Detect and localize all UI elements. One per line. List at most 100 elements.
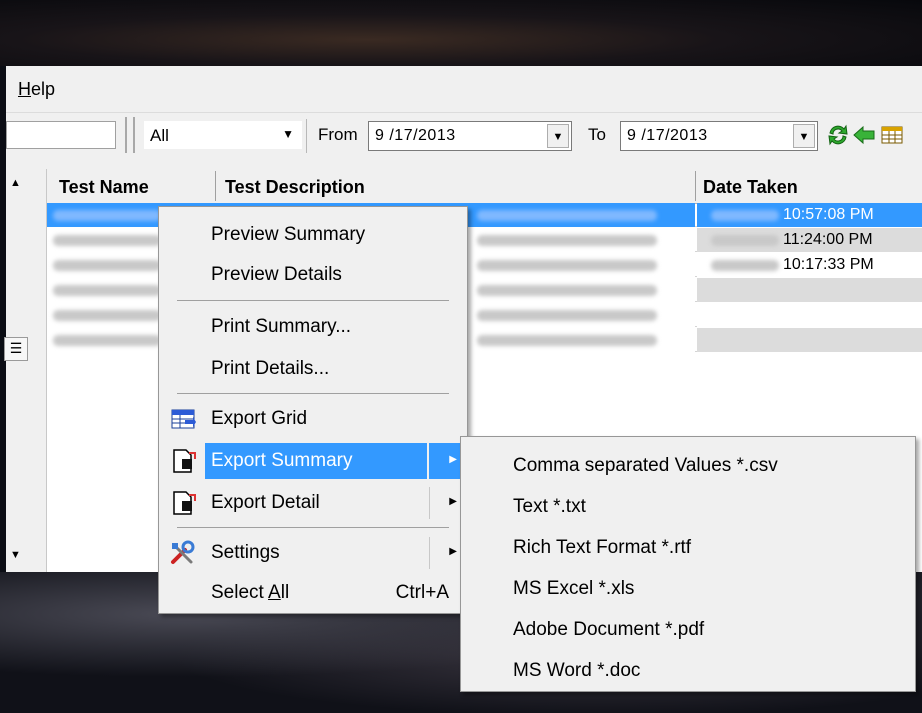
menu-item-divider <box>429 487 430 519</box>
menu-item-export-grid[interactable]: Export Grid <box>161 399 465 439</box>
redacted-text <box>53 310 161 321</box>
redacted-text <box>477 335 657 346</box>
export-submenu: Comma separated Values *.csv Text *.txt … <box>460 436 916 692</box>
menu-item-divider <box>429 537 430 569</box>
column-divider[interactable] <box>215 171 216 201</box>
submenu-item-rtf[interactable]: Rich Text Format *.rtf <box>513 537 691 559</box>
redacted-text <box>711 210 779 221</box>
submenu-item-doc[interactable]: MS Word *.doc <box>513 660 640 682</box>
menu-item-preview-details[interactable]: Preview Details <box>161 255 465 295</box>
toolbar-grip[interactable] <box>125 117 135 153</box>
refresh-icon[interactable] <box>826 123 850 147</box>
grid-header: Test Name Test Description Date Taken <box>47 169 922 204</box>
menu-item-print-summary[interactable]: Print Summary... <box>161 307 465 347</box>
filter-value: All <box>150 126 169 145</box>
scroll-up-icon[interactable]: ▲ <box>10 177 21 189</box>
scroll-down-icon[interactable]: ▼ <box>10 549 21 561</box>
menu-item-select-all[interactable]: Select All Ctrl+A <box>161 573 465 613</box>
chevron-down-icon[interactable]: ▼ <box>793 124 815 148</box>
submenu-item-xls[interactable]: MS Excel *.xls <box>513 578 634 600</box>
redacted-text <box>477 310 657 321</box>
redacted-text <box>53 235 161 246</box>
menu-separator <box>177 393 449 394</box>
navigation-strip: ▲ ☰ ▼ <box>4 169 38 569</box>
redacted-text <box>711 260 779 271</box>
redacted-text <box>477 235 657 246</box>
tools-icon <box>171 540 195 564</box>
table-cell-date: 11:24:00 PM <box>697 228 922 252</box>
menu-item-label: Select All <box>211 582 289 604</box>
menu-help-label: elp <box>31 79 56 99</box>
from-date-picker[interactable]: 9 /17/2013 ▼ <box>368 121 572 151</box>
toolbar: All ▼ From 9 /17/2013 ▼ To 9 /17/2013 ▼ <box>6 113 922 161</box>
document-export-icon <box>173 449 196 473</box>
redacted-text <box>53 210 161 221</box>
menu-item-preview-summary[interactable]: Preview Summary <box>161 215 465 255</box>
redacted-text <box>53 335 161 346</box>
toolbar-separator <box>306 119 307 153</box>
menu-item-label: Settings <box>211 542 280 563</box>
menu-help[interactable]: Help <box>18 79 55 100</box>
menu-help-accel: H <box>18 79 31 99</box>
select-all-prefix: Select <box>211 582 269 603</box>
menu-bar: Help <box>6 66 922 113</box>
menu-item-label: Export Grid <box>211 408 308 429</box>
select-all-rest: ll <box>280 582 290 603</box>
menu-separator <box>177 300 449 301</box>
submenu-item-csv[interactable]: Comma separated Values *.csv <box>513 455 778 477</box>
chevron-down-icon[interactable]: ▼ <box>547 124 569 148</box>
menu-item-label: Preview Summary <box>211 224 366 245</box>
table-cell-date <box>697 278 922 302</box>
menu-item-print-details[interactable]: Print Details... <box>161 349 465 389</box>
to-label: To <box>588 125 606 144</box>
menu-item-label: Export Detail <box>211 492 320 513</box>
menu-item-export-summary[interactable]: Export Summary ▶ <box>161 441 465 481</box>
shortcut-label: Ctrl+A <box>395 582 449 603</box>
desktop-background-top <box>0 0 922 66</box>
to-date-value: 9 /17/2013 <box>627 127 708 144</box>
context-menu: Preview Summary Preview Details Print Su… <box>158 206 468 614</box>
chevron-down-icon[interactable]: ▼ <box>282 127 294 141</box>
submenu-arrow-icon: ▶ <box>449 546 457 557</box>
submenu-arrow-highlight <box>429 443 463 479</box>
grid-export-icon <box>171 409 196 429</box>
time-value: 10:17:33 PM <box>783 256 874 273</box>
redacted-text <box>53 260 161 271</box>
redacted-text <box>53 285 161 296</box>
time-value: 10:57:08 PM <box>783 206 874 223</box>
select-all-accel: A <box>268 582 281 603</box>
to-date-picker[interactable]: 9 /17/2013 ▼ <box>620 121 818 151</box>
submenu-item-txt[interactable]: Text *.txt <box>513 496 586 518</box>
redacted-text <box>477 210 657 221</box>
table-cell-date: 10:57:08 PM <box>697 203 922 227</box>
menu-item-settings[interactable]: Settings ▶ <box>161 533 465 573</box>
grid-icon[interactable] <box>880 123 904 147</box>
from-label: From <box>318 125 358 144</box>
from-date-value: 9 /17/2013 <box>375 127 456 144</box>
redacted-text <box>711 235 779 246</box>
search-input[interactable] <box>6 121 116 149</box>
column-divider[interactable] <box>695 171 696 201</box>
menu-lines-icon[interactable]: ☰ <box>4 337 28 361</box>
submenu-arrow-icon: ▶ <box>449 496 457 507</box>
back-arrow-icon[interactable] <box>852 123 876 147</box>
menu-item-label: Print Summary... <box>211 316 352 337</box>
menu-item-export-detail[interactable]: Export Detail ▶ <box>161 483 465 523</box>
column-header-test-name[interactable]: Test Name <box>59 177 149 198</box>
submenu-item-pdf[interactable]: Adobe Document *.pdf <box>513 619 704 641</box>
menu-separator <box>177 527 449 528</box>
submenu-arrow-icon: ▶ <box>449 454 457 465</box>
redacted-text <box>477 285 657 296</box>
menu-item-label: Export Summary <box>211 450 353 471</box>
menu-item-label: Preview Details <box>211 264 342 285</box>
time-value: 11:24:00 PM <box>783 231 873 248</box>
column-header-date-taken[interactable]: Date Taken <box>703 177 798 198</box>
column-header-test-description[interactable]: Test Description <box>225 177 365 198</box>
table-cell-date: 10:17:33 PM <box>697 253 922 277</box>
filter-combo[interactable]: All ▼ <box>144 121 302 149</box>
redacted-text <box>477 260 657 271</box>
table-cell-date <box>697 328 922 352</box>
document-export-icon <box>173 491 196 515</box>
table-cell-date <box>697 303 922 327</box>
menu-item-label: Print Details... <box>211 358 330 379</box>
